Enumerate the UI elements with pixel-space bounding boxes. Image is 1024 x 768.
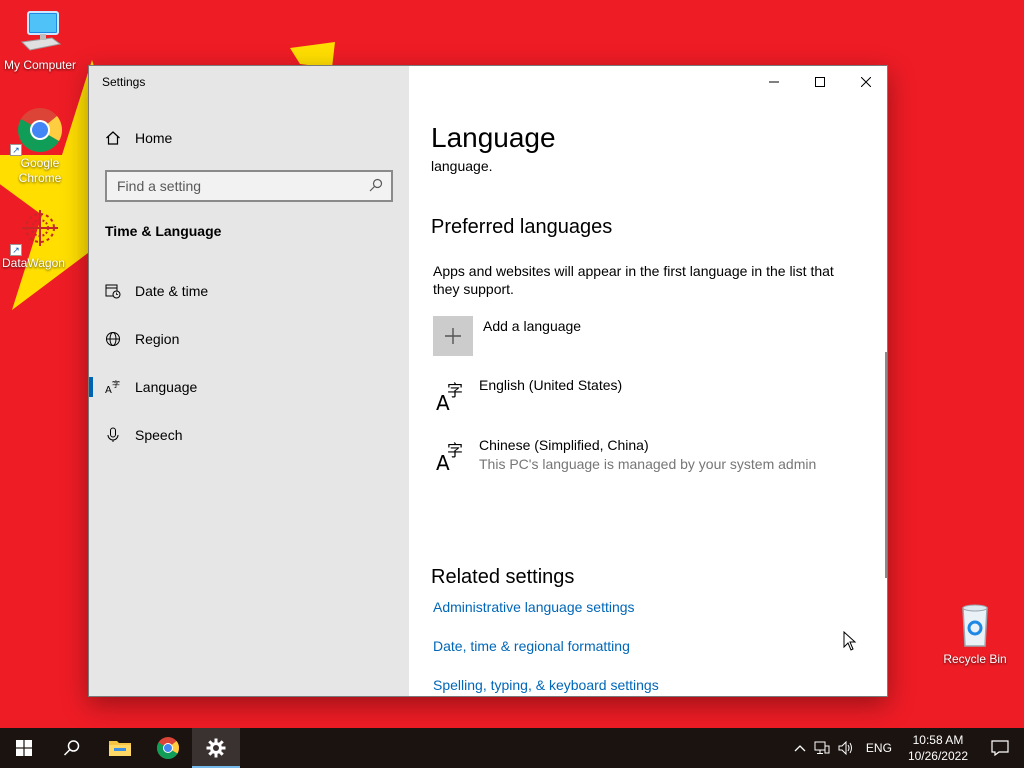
desktop-icon-recycle-bin[interactable]: Recycle Bin xyxy=(935,602,1015,667)
input-language-indicator[interactable]: ENG xyxy=(858,741,900,755)
chrome-icon xyxy=(157,737,180,759)
svg-text:A: A xyxy=(105,385,112,395)
windows-logo-icon xyxy=(16,740,32,756)
language-note: This PC's language is managed by your sy… xyxy=(479,456,817,472)
desktop-icon-my-computer[interactable]: My Computer xyxy=(0,8,80,73)
network-icon[interactable] xyxy=(810,741,834,755)
volume-icon[interactable] xyxy=(834,741,858,755)
shortcut-arrow-icon: ↗ xyxy=(10,244,22,256)
taskbar-settings[interactable] xyxy=(192,728,240,768)
mouse-cursor-icon xyxy=(843,631,857,651)
search-button[interactable] xyxy=(48,728,96,768)
desktop-icon-datawagon[interactable]: ↗ DataWagon xyxy=(0,206,80,271)
clock[interactable]: 10:58 AM 10/26/2022 xyxy=(900,732,976,764)
related-settings-heading: Related settings xyxy=(431,566,575,588)
clipped-text-fragment: language. xyxy=(431,158,493,174)
add-language-button[interactable]: Add a language xyxy=(433,316,581,356)
window-caption-buttons xyxy=(751,66,887,98)
calendar-clock-icon xyxy=(89,283,135,299)
page-title: Language xyxy=(431,122,556,153)
content-scrollbar[interactable] xyxy=(885,352,887,578)
nav-item-label: Language xyxy=(135,379,198,395)
search-icon xyxy=(369,178,383,195)
nav-item-label: Region xyxy=(135,331,180,347)
start-button[interactable] xyxy=(0,728,48,768)
clock-time: 10:58 AM xyxy=(912,733,964,747)
plus-icon xyxy=(433,316,473,356)
nav-item-label: Speech xyxy=(135,427,183,443)
svg-text:字: 字 xyxy=(112,379,120,389)
settings-nav-pane: Settings Home Find a setting Time & Lang… xyxy=(89,66,409,696)
language-item-chinese[interactable]: A字 Chinese (Simplified, China) This PC's… xyxy=(433,436,817,475)
desktop-icon-google-chrome[interactable]: ↗ Google Chrome xyxy=(0,106,80,186)
minimize-button[interactable] xyxy=(751,66,797,98)
close-button[interactable] xyxy=(843,66,887,98)
desktop-icon-label: DataWagon xyxy=(2,256,65,270)
chrome-icon: ↗ xyxy=(10,106,64,156)
svg-text:字: 字 xyxy=(447,381,463,400)
search-placeholder: Find a setting xyxy=(117,178,202,194)
gear-icon xyxy=(206,738,226,758)
link-spelling-typing-keyboard-settings[interactable]: Spelling, typing, & keyboard settings xyxy=(433,677,659,693)
language-icon: A字 xyxy=(433,436,479,475)
taskbar: ENG 10:58 AM 10/26/2022 xyxy=(0,728,1024,768)
window-title: Settings xyxy=(102,75,146,89)
notifications-icon[interactable] xyxy=(976,740,1024,756)
nav-home[interactable]: Home xyxy=(89,118,409,158)
language-icon: A字 xyxy=(89,379,135,395)
preferred-languages-heading: Preferred languages xyxy=(431,216,613,238)
link-administrative-language-settings[interactable]: Administrative language settings xyxy=(433,599,635,615)
language-name: English (United States) xyxy=(479,377,623,393)
nav-section-heading: Time & Language xyxy=(105,223,222,239)
datawagon-icon: ↗ xyxy=(10,206,64,256)
folder-icon xyxy=(109,741,131,756)
nav-item-label: Date & time xyxy=(135,283,209,299)
nav-item-date-time[interactable]: Date & time xyxy=(89,271,409,311)
active-indicator xyxy=(89,377,93,397)
language-name: Chinese (Simplified, China) xyxy=(479,437,649,453)
nav-item-speech[interactable]: Speech xyxy=(89,415,409,455)
shortcut-arrow-icon: ↗ xyxy=(10,144,22,156)
computer-icon xyxy=(16,8,64,56)
add-language-label: Add a language xyxy=(483,318,582,334)
desktop-icon-label: My Computer xyxy=(3,58,77,72)
show-hidden-icons-chevron-up-icon[interactable] xyxy=(790,744,810,752)
system-tray: ENG 10:58 AM 10/26/2022 xyxy=(790,728,1024,768)
clock-date: 10/26/2022 xyxy=(907,749,968,763)
taskbar-file-explorer[interactable] xyxy=(96,728,144,768)
language-item-english[interactable]: A字 English (United States) xyxy=(433,376,623,415)
svg-text:字: 字 xyxy=(447,441,463,460)
nav-item-region[interactable]: Region xyxy=(89,319,409,359)
settings-search-input[interactable]: Find a setting xyxy=(105,170,393,202)
settings-window: Settings Home Find a setting Time & Lang… xyxy=(88,65,888,697)
home-icon xyxy=(89,130,135,146)
desktop-icon-label: Recycle Bin xyxy=(943,652,1007,666)
desktop-icon-label: Google Chrome xyxy=(18,156,62,185)
nav-item-language[interactable]: A字 Language xyxy=(89,367,409,407)
maximize-button[interactable] xyxy=(797,66,843,98)
recycle-bin-icon xyxy=(951,602,999,650)
globe-icon xyxy=(89,331,135,347)
microphone-icon xyxy=(89,427,135,443)
link-date-time-regional-formatting[interactable]: Date, time & regional formatting xyxy=(433,638,630,654)
settings-content-pane: Language language. Preferred languages A… xyxy=(409,66,887,696)
taskbar-chrome[interactable] xyxy=(144,728,192,768)
search-icon xyxy=(63,740,80,756)
preferred-languages-description: Apps and websites will appear in the fir… xyxy=(433,263,834,297)
language-icon: A字 xyxy=(433,376,479,415)
nav-home-label: Home xyxy=(135,130,173,146)
